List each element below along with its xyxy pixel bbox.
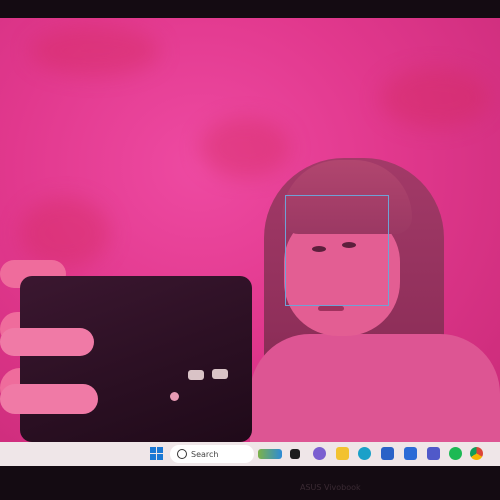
laptop-brand: ASUS Vivobook xyxy=(300,483,361,492)
teams-chat-icon[interactable] xyxy=(313,447,326,460)
windows-start-icon[interactable] xyxy=(150,447,163,460)
flash-icon xyxy=(170,392,179,401)
spotify-icon[interactable] xyxy=(449,447,462,460)
finger-front xyxy=(0,384,98,414)
search-input[interactable]: Search xyxy=(170,445,254,463)
widgets-icon[interactable] xyxy=(258,449,282,459)
edge-icon[interactable] xyxy=(358,447,371,460)
wall-shadow xyxy=(380,68,490,128)
folder-icon[interactable] xyxy=(336,447,349,460)
camera-lens-icon xyxy=(188,370,204,380)
taskbar: Search xyxy=(0,442,500,466)
face-detection-box xyxy=(285,195,389,306)
shoulders xyxy=(250,334,500,442)
mouth xyxy=(318,306,344,311)
teams-icon[interactable] xyxy=(427,447,440,460)
search-icon xyxy=(177,449,187,459)
camera-lens-icon xyxy=(212,369,228,379)
search-label: Search xyxy=(191,449,219,459)
smartphone xyxy=(20,276,252,442)
wall-shadow xyxy=(20,198,110,268)
file-explorer-icon[interactable] xyxy=(290,449,300,459)
finger-front xyxy=(0,328,94,356)
wall-shadow xyxy=(30,26,160,76)
webcam-photo: Search ASUS Vivobook xyxy=(0,0,500,500)
store-icon[interactable] xyxy=(381,447,394,460)
camera-view xyxy=(0,18,500,442)
code-editor-icon[interactable] xyxy=(404,447,417,460)
chrome-icon[interactable] xyxy=(470,447,483,460)
